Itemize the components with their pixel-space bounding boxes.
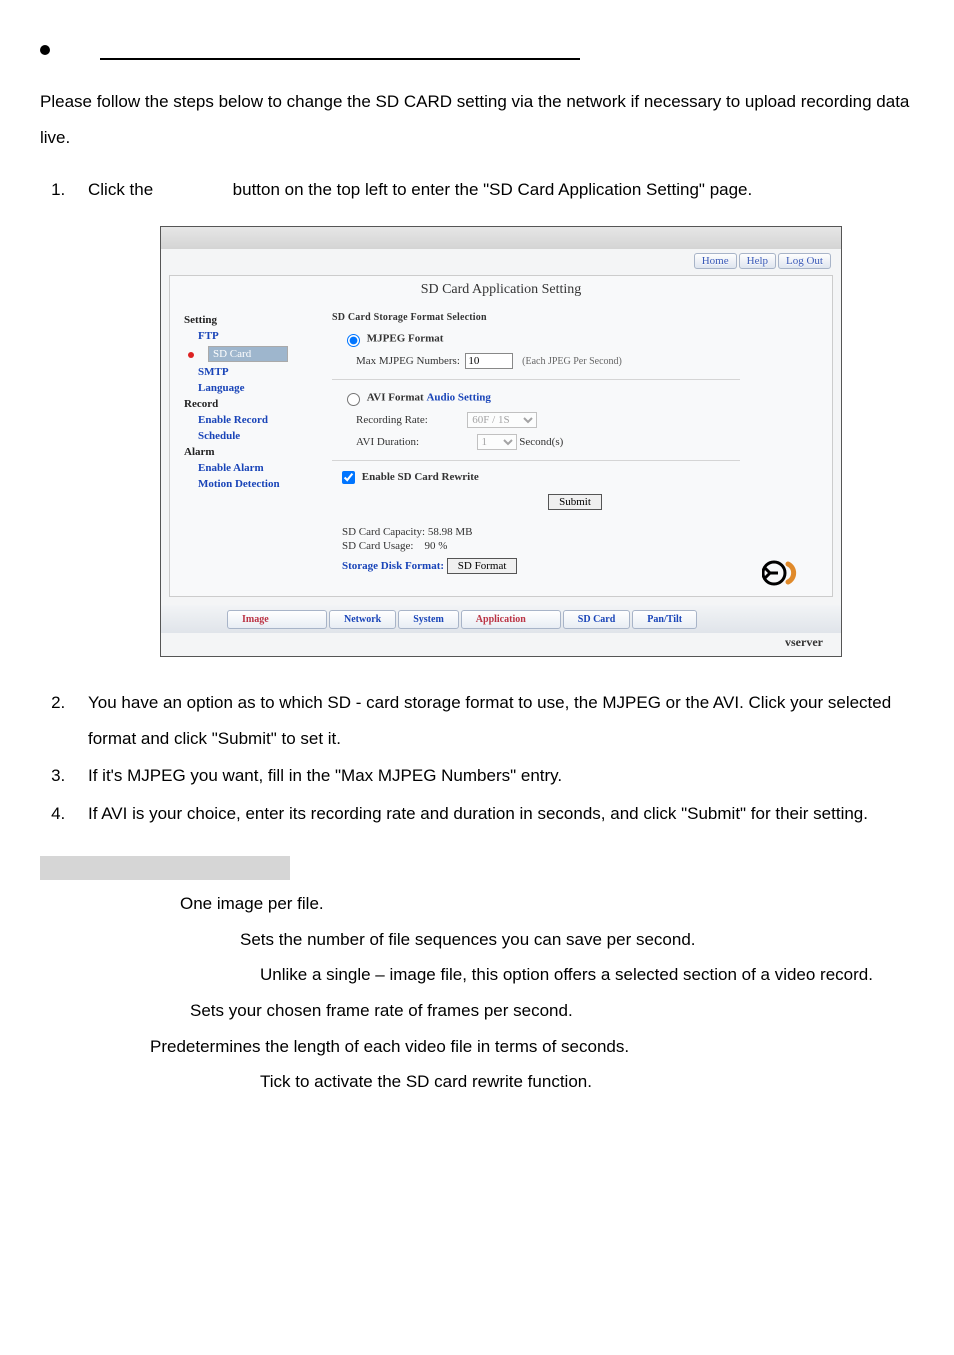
- settings-sidebar: Setting FTP SD Card SMTP Language Record…: [184, 312, 332, 492]
- tab-application[interactable]: Application: [461, 610, 561, 629]
- step-1: Click the button on the top left to ente…: [70, 172, 914, 657]
- sidebar-group-setting: Setting: [184, 312, 332, 328]
- sidebar-item-ftp[interactable]: FTP: [184, 328, 332, 344]
- tab-sdcard[interactable]: SD Card: [563, 610, 631, 629]
- storage-format-label: Storage Disk Format:: [342, 560, 444, 572]
- sidebar-item-schedule[interactable]: Schedule: [184, 428, 332, 444]
- def-rewrite: Tick to activate the SD card rewrite fun…: [260, 1064, 914, 1100]
- bottom-tabs: Image Network System Application SD Card…: [161, 605, 841, 633]
- brand-logo-icon: [762, 558, 808, 588]
- max-mjpeg-label: Max MJPEG Numbers:: [356, 355, 460, 367]
- intro-paragraph: Please follow the steps below to change …: [40, 84, 914, 155]
- heading-underline: [100, 40, 580, 60]
- section-heading-line: [40, 40, 914, 60]
- bullet-icon: [40, 45, 50, 55]
- usage-value: 90 %: [425, 540, 448, 552]
- step-1-text-a: Click the: [88, 180, 153, 199]
- settings-content: SD Card Storage Format Selection MJPEG F…: [332, 312, 818, 580]
- audio-setting-link[interactable]: Audio Setting: [426, 392, 491, 404]
- submit-button[interactable]: Submit: [548, 494, 602, 510]
- avi-duration-unit: Second(s): [519, 436, 563, 448]
- sidebar-item-smtp[interactable]: SMTP: [184, 364, 332, 380]
- recording-rate-label: Recording Rate:: [356, 414, 428, 426]
- usage-label: SD Card Usage:: [342, 540, 414, 552]
- brand-text: vserver: [161, 633, 841, 656]
- top-nav: Home Help Log Out: [161, 249, 841, 275]
- step-3: If it's MJPEG you want, fill in the "Max…: [70, 758, 914, 794]
- sidebar-item-enable-record[interactable]: Enable Record: [184, 412, 332, 428]
- page-title: SD Card Application Setting: [170, 276, 832, 312]
- brand-row: [170, 590, 832, 596]
- step-2: You have an option as to which SD - card…: [70, 685, 914, 756]
- tab-pantilt[interactable]: Pan/Tilt: [632, 610, 697, 629]
- capacity-label: SD Card Capacity:: [342, 526, 425, 538]
- avi-duration-select[interactable]: 1: [477, 434, 517, 450]
- def-rec-rate: Sets your chosen frame rate of frames pe…: [190, 993, 914, 1029]
- sidebar-group-alarm: Alarm: [184, 444, 332, 460]
- sidebar-group-record: Record: [184, 396, 332, 412]
- format-section-title: SD Card Storage Format Selection: [332, 312, 818, 323]
- help-button[interactable]: Help: [739, 253, 776, 269]
- sidebar-item-motion[interactable]: Motion Detection: [184, 476, 332, 492]
- tab-system[interactable]: System: [398, 610, 459, 629]
- def-avi: Unlike a single – image file, this optio…: [260, 957, 914, 993]
- max-mjpeg-hint: (Each JPEG Per Second): [522, 356, 622, 367]
- mjpeg-radio[interactable]: [347, 334, 360, 347]
- recording-rate-select[interactable]: 60F / 1S: [467, 412, 537, 428]
- def-max-mjpeg: Sets the number of file sequences you ca…: [240, 922, 914, 958]
- def-avi-duration: Predetermines the length of each video f…: [150, 1029, 914, 1065]
- avi-format-label: AVI Format: [367, 392, 424, 404]
- definitions-block: One image per file. Sets the number of f…: [40, 856, 914, 1100]
- def-mjpeg: One image per file.: [180, 886, 914, 922]
- definitions-header-placeholder: [40, 856, 290, 880]
- active-dot-icon: [188, 352, 194, 358]
- avi-radio[interactable]: [347, 393, 360, 406]
- embedded-screenshot: Home Help Log Out SD Card Application Se…: [160, 226, 842, 657]
- avi-duration-label: AVI Duration:: [356, 436, 419, 448]
- sidebar-item-sdcard[interactable]: SD Card: [208, 346, 288, 362]
- step-4: If AVI is your choice, enter its recordi…: [70, 796, 914, 832]
- sidebar-item-enable-alarm[interactable]: Enable Alarm: [184, 460, 332, 476]
- enable-rewrite-label: Enable SD Card Rewrite: [362, 471, 479, 483]
- step-1-text-b: button on the top left to enter the "SD …: [233, 180, 753, 199]
- enable-rewrite-checkbox[interactable]: [342, 471, 355, 484]
- sidebar-item-language[interactable]: Language: [184, 380, 332, 396]
- capacity-value: 58.98 MB: [428, 526, 473, 538]
- window-titlebar: [161, 227, 841, 249]
- sd-format-button[interactable]: SD Format: [447, 558, 518, 574]
- tab-network[interactable]: Network: [329, 610, 396, 629]
- tab-image[interactable]: Image: [227, 610, 327, 629]
- home-button[interactable]: Home: [694, 253, 737, 269]
- steps-list: Click the button on the top left to ente…: [40, 172, 914, 831]
- logout-button[interactable]: Log Out: [778, 253, 831, 269]
- mjpeg-format-label: MJPEG Format: [367, 333, 444, 345]
- max-mjpeg-input[interactable]: [465, 353, 513, 369]
